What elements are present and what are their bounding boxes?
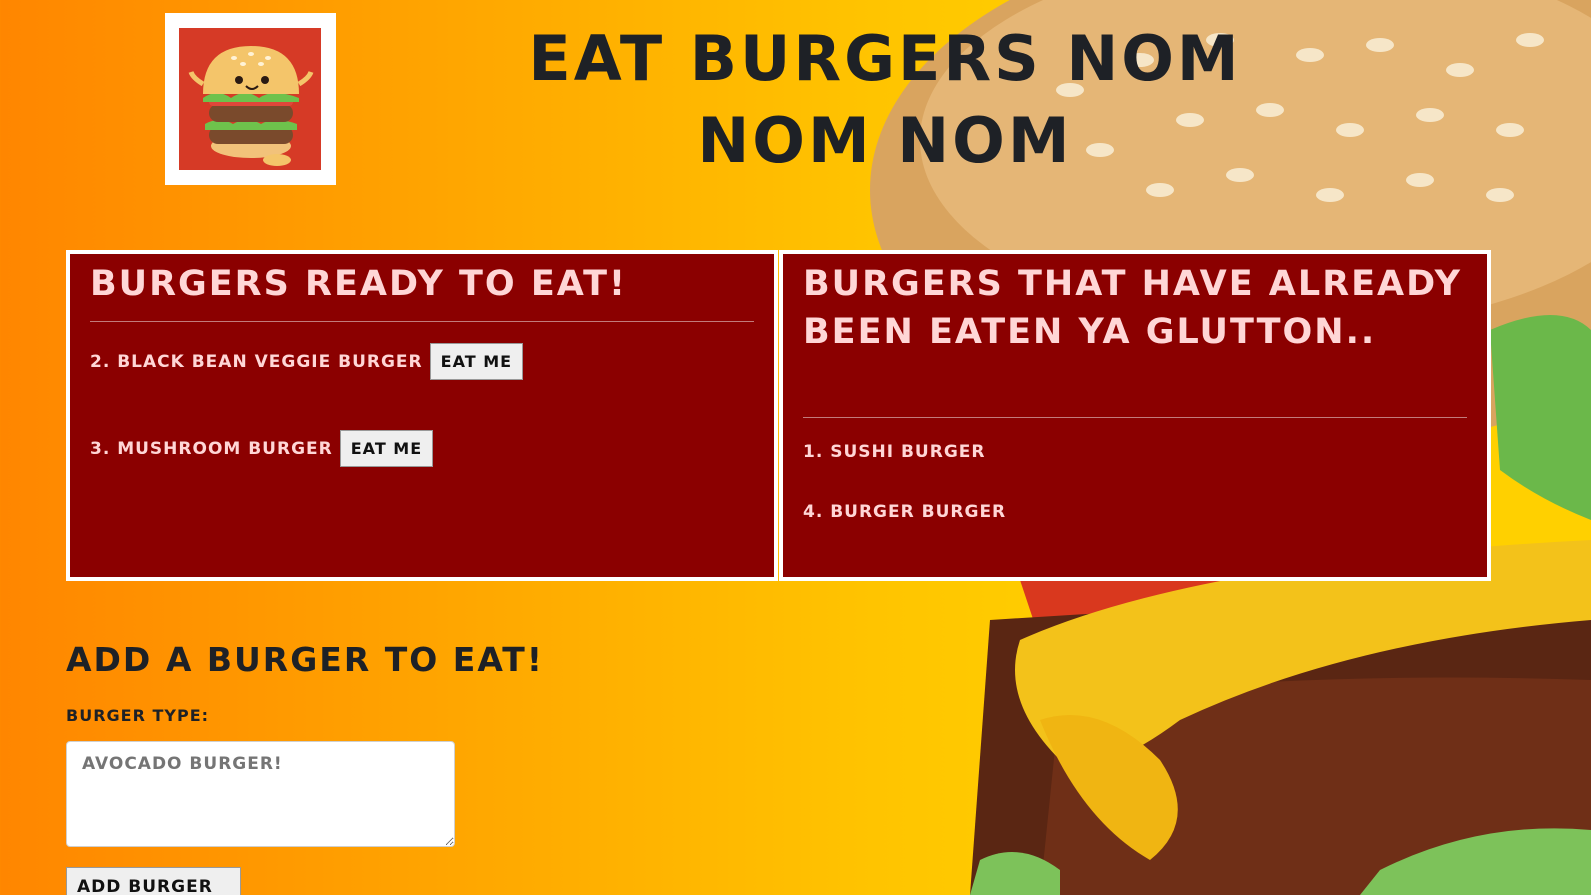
eat-me-button[interactable]: Eat Me xyxy=(339,430,434,467)
list-item: 4. Burger Burger xyxy=(803,502,1006,522)
divider xyxy=(803,417,1467,418)
eaten-burgers-heading: Burgers that have already been eaten ya … xyxy=(803,264,1462,352)
ready-burgers-heading: Burgers ready to eat! xyxy=(90,264,627,304)
add-burger-heading: Add a Burger to eat! xyxy=(66,640,544,679)
list-item: 2. Black Bean Veggie Burger Eat Me xyxy=(90,343,524,380)
burger-name: 2. Black Bean Veggie Burger xyxy=(90,351,423,372)
ready-burgers-panel: Burgers ready to eat! 2. Black Bean Vegg… xyxy=(66,250,778,581)
burger-type-input[interactable] xyxy=(66,741,455,847)
burger-type-label: Burger type: xyxy=(66,706,210,725)
page-title: Eat Burgers Nom Nom Nom xyxy=(528,22,1242,177)
burger-name: 1. Sushi Burger xyxy=(803,442,986,462)
eat-me-button[interactable]: Eat Me xyxy=(429,343,524,380)
burger-name: 4. Burger Burger xyxy=(803,502,1007,522)
burger-logo xyxy=(165,13,336,185)
list-item: 3. Mushroom Burger Eat Me xyxy=(90,430,434,467)
burger-name: 3. Mushroom Burger xyxy=(90,438,333,459)
cartoon-burger-icon xyxy=(188,46,314,166)
add-burger-button[interactable]: Add burger xyxy=(66,867,241,895)
divider xyxy=(90,321,754,322)
list-item: 1. Sushi Burger xyxy=(803,442,985,462)
eaten-burgers-panel: Burgers that have already been eaten ya … xyxy=(779,250,1491,581)
